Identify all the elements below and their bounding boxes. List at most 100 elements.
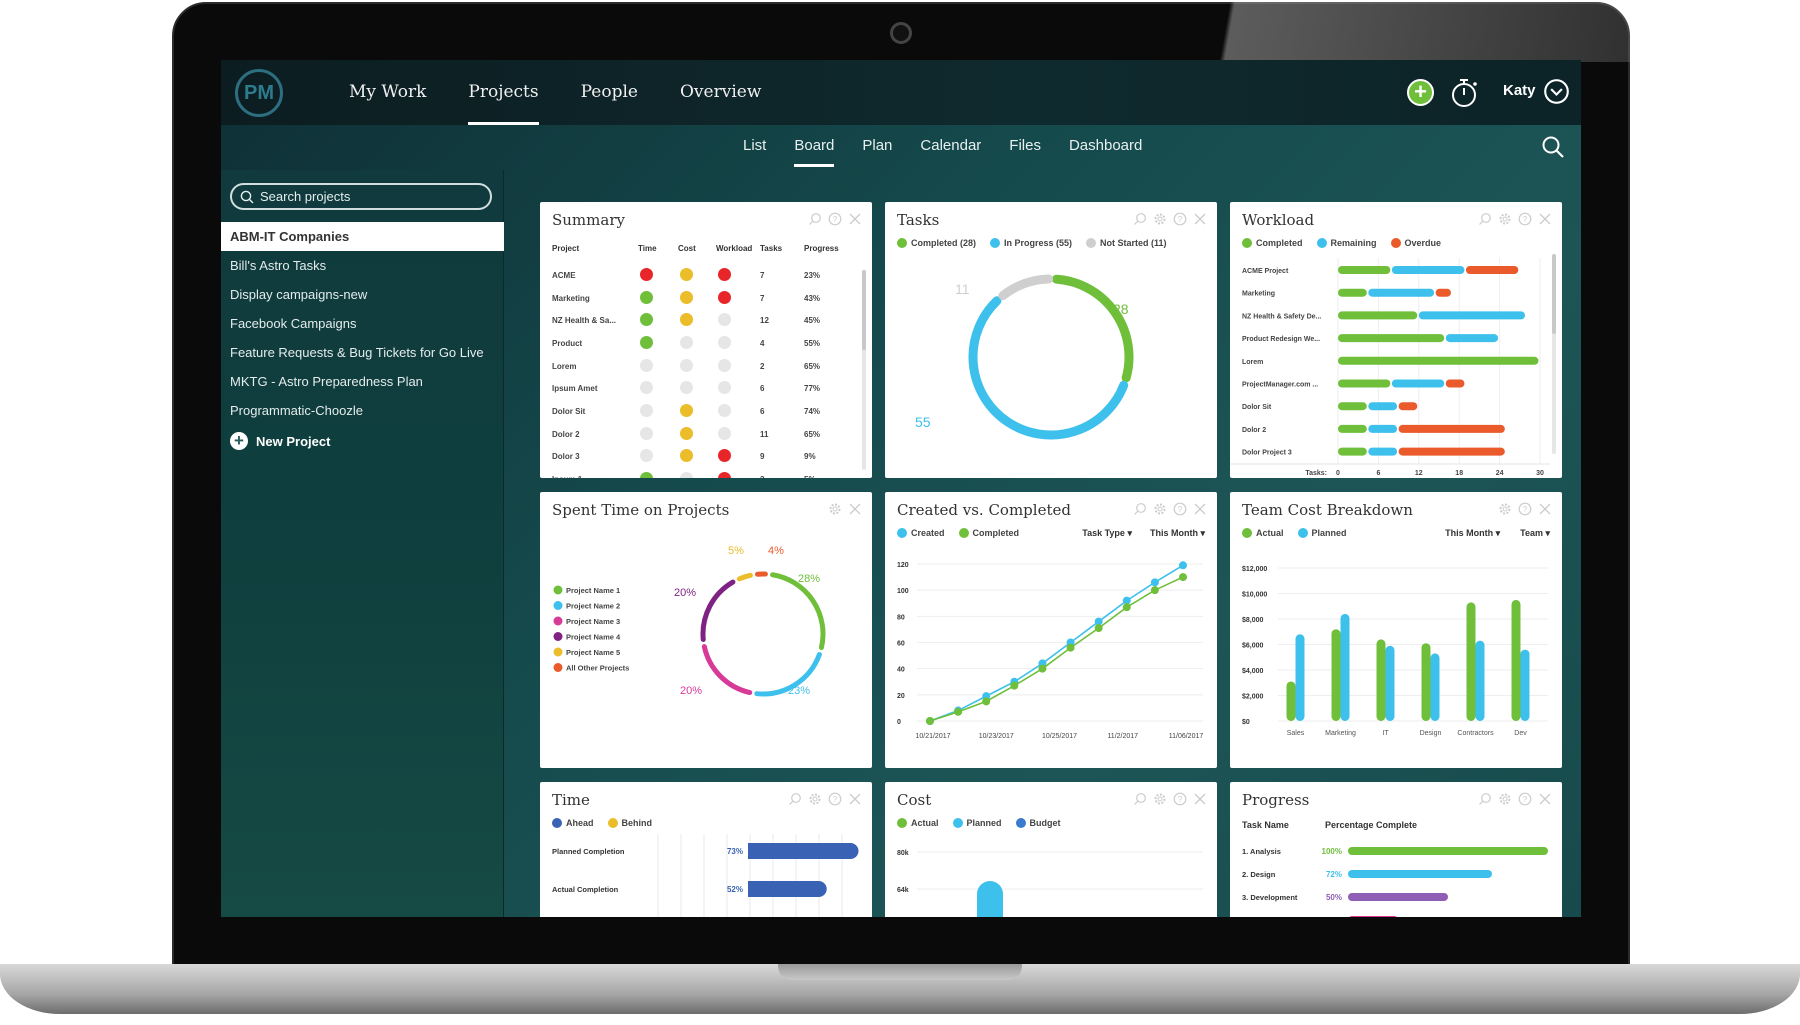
search-icon[interactable]: [1133, 792, 1147, 806]
project-item[interactable]: Feature Requests & Bug Tickets for Go Li…: [221, 338, 504, 367]
gear-icon[interactable]: [808, 792, 822, 806]
gear-icon[interactable]: [828, 502, 842, 516]
legend-item[interactable]: Remaining: [1316, 238, 1377, 248]
close-icon[interactable]: [1193, 792, 1207, 806]
search-projects-field[interactable]: [230, 183, 492, 210]
table-row[interactable]: Ipsum Amet 6 77%: [552, 377, 854, 400]
help-icon[interactable]: ?: [828, 792, 842, 806]
workload-cell: [716, 472, 760, 478]
team-dropdown[interactable]: Team ▾: [1520, 528, 1550, 539]
tab-files[interactable]: Files: [995, 125, 1055, 167]
close-icon[interactable]: [848, 212, 862, 226]
project-item[interactable]: Display campaigns-new: [221, 280, 504, 309]
gear-icon[interactable]: [1498, 212, 1512, 226]
legend-item[interactable]: Completed (28): [897, 238, 976, 248]
table-row[interactable]: Ipsum 1 35%: [552, 468, 854, 478]
help-icon[interactable]: ?: [1173, 502, 1187, 516]
project-item[interactable]: ABM-IT Companies: [221, 222, 504, 251]
legend-item[interactable]: Not Started (11): [1086, 238, 1167, 248]
table-row[interactable]: Dolor Sit 6 74%: [552, 400, 854, 423]
legend-item[interactable]: Behind: [607, 818, 652, 828]
tab-list[interactable]: List: [729, 125, 780, 167]
nav-people[interactable]: People: [560, 60, 659, 125]
legend-item[interactable]: In Progress (55): [990, 238, 1072, 248]
project-item[interactable]: Facebook Campaigns: [221, 309, 504, 338]
tab-plan[interactable]: Plan: [848, 125, 906, 167]
table-row[interactable]: ACME 7 23%: [552, 264, 854, 287]
slice-label: 5%: [728, 545, 744, 557]
project-item[interactable]: Programmatic-Choozle: [221, 396, 504, 425]
close-icon[interactable]: [848, 502, 862, 516]
legend-item[interactable]: Created: [897, 528, 945, 538]
search-icon[interactable]: [1541, 135, 1565, 159]
this-month-dropdown[interactable]: This Month ▾: [1150, 528, 1205, 539]
table-row[interactable]: Marketing 7 43%: [552, 287, 854, 310]
help-icon[interactable]: ?: [1518, 502, 1532, 516]
search-icon[interactable]: [788, 792, 802, 806]
search-icon[interactable]: [1478, 212, 1492, 226]
new-project-button[interactable]: + New Project: [221, 425, 504, 457]
close-icon[interactable]: [1193, 502, 1207, 516]
value-label: 52%: [727, 885, 743, 894]
close-icon[interactable]: [1193, 212, 1207, 226]
search-icon[interactable]: [1478, 792, 1492, 806]
x-tick-label: 18: [1455, 470, 1463, 477]
legend-item[interactable]: Actual: [1242, 528, 1284, 538]
close-icon[interactable]: [1538, 212, 1552, 226]
search-icon[interactable]: [1133, 502, 1147, 516]
table-row[interactable]: Dolor 2 11 65%: [552, 423, 854, 446]
project-item[interactable]: MKTG - Astro Preparedness Plan: [221, 367, 504, 396]
scrollbar[interactable]: [862, 270, 866, 470]
scrollbar-thumb[interactable]: [862, 270, 866, 350]
legend-swatch: [897, 528, 907, 538]
table-row[interactable]: Lorem 2 65%: [552, 355, 854, 378]
col-progress: Progress: [804, 243, 839, 253]
bar-segment: [1338, 311, 1418, 320]
help-icon[interactable]: ?: [1173, 792, 1187, 806]
help-icon[interactable]: ?: [828, 212, 842, 226]
help-icon[interactable]: ?: [1518, 792, 1532, 806]
nav-overview[interactable]: Overview: [659, 60, 782, 125]
nav-projects[interactable]: Projects: [447, 60, 559, 125]
task-type-dropdown[interactable]: Task Type ▾: [1082, 528, 1132, 539]
nav-my-work[interactable]: My Work: [328, 60, 447, 125]
close-icon[interactable]: [848, 792, 862, 806]
search-icon[interactable]: [808, 212, 822, 226]
close-icon[interactable]: [1538, 502, 1552, 516]
gear-icon[interactable]: [1153, 792, 1167, 806]
tab-board[interactable]: Board: [780, 125, 848, 167]
search-projects-input[interactable]: [260, 189, 480, 204]
table-row[interactable]: Product 4 55%: [552, 332, 854, 355]
table-row[interactable]: Dolor 3 9 9%: [552, 446, 854, 469]
table-row[interactable]: NZ Health & Sa... 12 45%: [552, 309, 854, 332]
legend-item[interactable]: Budget: [1015, 818, 1061, 828]
help-icon[interactable]: ?: [1173, 212, 1187, 226]
progress-value: 74%: [804, 406, 821, 416]
tab-dashboard[interactable]: Dashboard: [1055, 125, 1156, 167]
close-icon[interactable]: [1538, 792, 1552, 806]
gear-icon[interactable]: [1498, 502, 1512, 516]
search-icon[interactable]: [1133, 212, 1147, 226]
gear-icon[interactable]: [1153, 502, 1167, 516]
gear-icon[interactable]: [1153, 212, 1167, 226]
legend-item[interactable]: Planned: [952, 818, 1002, 828]
legend-item[interactable]: Completed: [958, 528, 1019, 538]
svg-text:?: ?: [1178, 795, 1183, 804]
legend-item[interactable]: Planned: [1297, 528, 1347, 538]
help-icon[interactable]: ?: [1518, 212, 1532, 226]
project-item[interactable]: Bill's Astro Tasks: [221, 251, 504, 280]
add-button[interactable]: +: [1407, 79, 1434, 106]
tab-calendar[interactable]: Calendar: [906, 125, 995, 167]
task-count: 6: [760, 384, 765, 394]
this-month-dropdown[interactable]: This Month ▾: [1445, 528, 1500, 539]
legend-item[interactable]: Ahead: [552, 818, 594, 828]
gear-icon[interactable]: [1498, 792, 1512, 806]
legend-item[interactable]: Completed: [1242, 238, 1303, 248]
app-logo[interactable]: PM: [235, 69, 283, 117]
user-name[interactable]: Katy: [1503, 82, 1536, 99]
legend-item[interactable]: Actual: [897, 818, 939, 828]
stopwatch-icon[interactable]: [1451, 78, 1479, 108]
chevron-down-icon[interactable]: [1544, 79, 1569, 104]
legend-label: Completed (28): [911, 238, 977, 248]
legend-item[interactable]: Overdue: [1390, 238, 1441, 248]
